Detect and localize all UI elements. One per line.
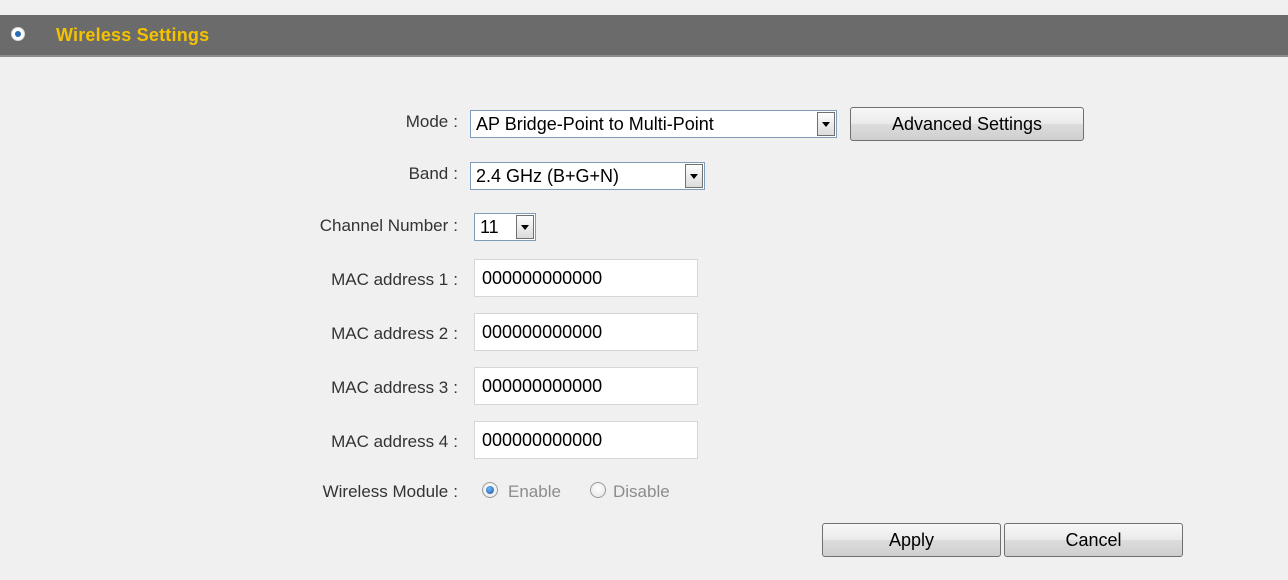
channel-number-label: Channel Number:: [319, 216, 458, 235]
mac-address-3-input[interactable]: 000000000000: [474, 367, 698, 405]
mac-address-4-input[interactable]: 000000000000: [474, 421, 698, 459]
cancel-button[interactable]: Cancel: [1004, 523, 1183, 557]
mac-address-1-label: MAC address 1:: [331, 270, 458, 289]
channel-number-select[interactable]: 11: [474, 213, 536, 241]
band-select[interactable]: 2.4 GHz (B+G+N): [470, 162, 705, 190]
section-title: Wireless Settings: [56, 25, 210, 45]
wireless-settings-panel: Wireless Settings Mode: AP Bridge-Point …: [0, 0, 1288, 580]
enable-radio[interactable]: [482, 482, 498, 498]
disable-radio-label[interactable]: Disable: [613, 482, 670, 502]
mac-address-2-label: MAC address 2:: [331, 324, 458, 343]
mode-select-value: AP Bridge-Point to Multi-Point: [476, 114, 714, 134]
wireless-module-label: Wireless Module:: [322, 482, 458, 501]
apply-button[interactable]: Apply: [822, 523, 1001, 557]
disable-radio[interactable]: [590, 482, 606, 498]
advanced-settings-button[interactable]: Advanced Settings: [850, 107, 1084, 141]
dropdown-arrow-icon[interactable]: [685, 164, 703, 188]
band-select-value: 2.4 GHz (B+G+N): [476, 166, 620, 186]
mode-label: Mode:: [405, 112, 458, 131]
mode-select[interactable]: AP Bridge-Point to Multi-Point: [470, 110, 837, 138]
dropdown-arrow-icon[interactable]: [817, 112, 835, 136]
enable-radio-label[interactable]: Enable: [508, 482, 561, 502]
band-label: Band:: [408, 164, 458, 183]
dropdown-arrow-icon[interactable]: [516, 215, 534, 239]
section-bullet-icon: [11, 27, 25, 41]
mac-address-4-label: MAC address 4:: [331, 432, 458, 451]
section-header: Wireless Settings: [0, 15, 1288, 57]
channel-select-value: 11: [480, 217, 499, 237]
mac-address-1-input[interactable]: 000000000000: [474, 259, 698, 297]
mac-address-3-label: MAC address 3:: [331, 378, 458, 397]
mac-address-2-input[interactable]: 000000000000: [474, 313, 698, 351]
